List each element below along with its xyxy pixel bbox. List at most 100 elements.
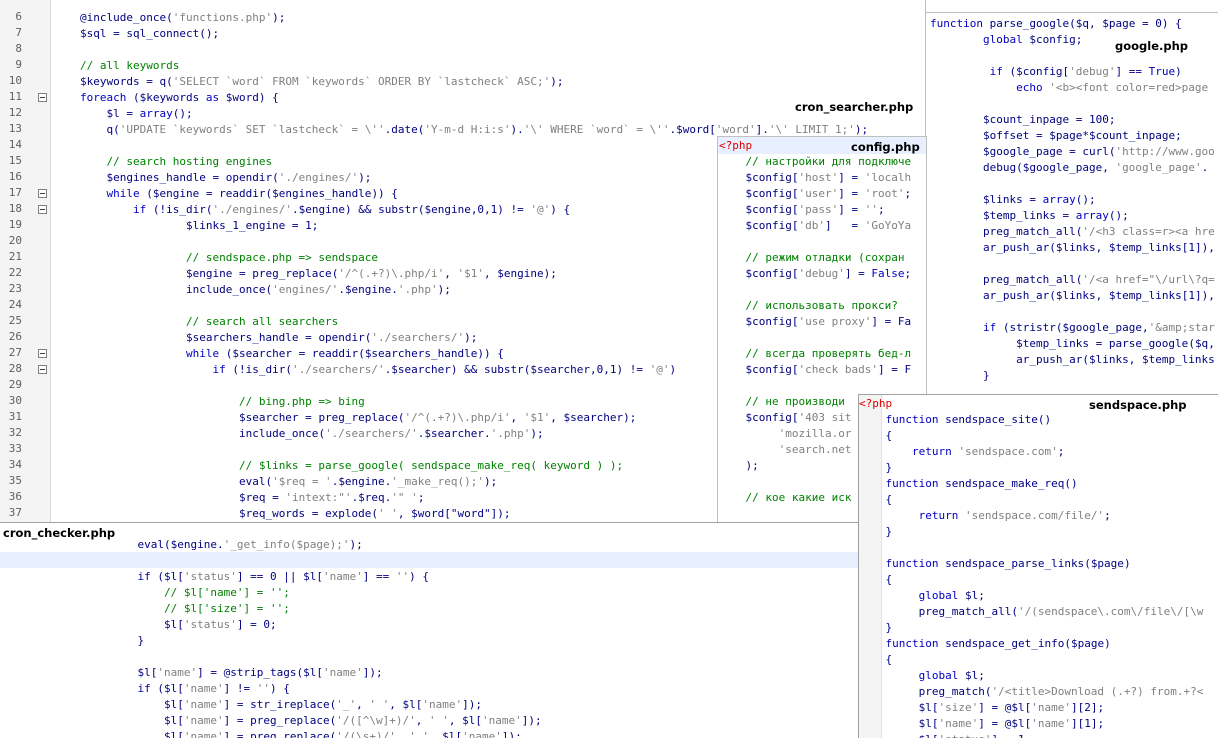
code-line[interactable]: foreach ($keywords as $word) {	[80, 90, 868, 106]
code-line[interactable]	[80, 42, 868, 58]
code-line[interactable]: {	[859, 572, 1203, 588]
code-line[interactable]: function parse_google($q, $page = 0) {	[930, 16, 1215, 32]
code-line[interactable]	[930, 96, 1215, 112]
code-line[interactable]: {	[859, 492, 1203, 508]
line-number: 36	[8, 490, 22, 503]
code-line[interactable]: ar_push_ar($links, $temp_links[1]),	[930, 288, 1215, 304]
code-line[interactable]: preg_match_all('/(sendspace\.com\/file\/…	[859, 604, 1204, 620]
code-line[interactable]: }	[930, 368, 1215, 384]
code-line[interactable]: $l['status'] = 1	[859, 732, 1203, 738]
code-line[interactable]: {	[859, 428, 1203, 444]
code-line[interactable]: $config['check bads'] = F	[719, 362, 912, 378]
code-line[interactable]: if ($l['status'] == 0 || $l['name'] == '…	[111, 569, 542, 585]
tab-title-sendspace[interactable]: sendspace.php	[1089, 398, 1187, 412]
line-number: 35	[8, 474, 22, 487]
code-line[interactable]: // $l['size'] = '';	[111, 601, 542, 617]
fold-toggle-icon[interactable]	[38, 189, 47, 198]
code-area[interactable]: function parse_google($q, $page = 0) { g…	[930, 16, 1215, 384]
code-line[interactable]: $links = array();	[930, 192, 1215, 208]
code-line[interactable]: // режим отладки (сохран	[719, 250, 911, 266]
code-line[interactable]: function sendspace_make_req()	[859, 476, 1203, 492]
code-line[interactable]: global $l;	[859, 668, 1203, 684]
code-line[interactable]: $count_inpage = 100;	[930, 112, 1215, 128]
fold-toggle-icon[interactable]	[38, 365, 47, 374]
line-number: 30	[8, 394, 22, 407]
code-line[interactable]: return 'sendspace.com';	[859, 444, 1203, 460]
code-line[interactable]: function sendspace_site()	[859, 412, 1203, 428]
code-line[interactable]: eval($engine.'_get_info($page);');	[111, 537, 542, 553]
code-line[interactable]: $l['name'] = @$l['name'][1];	[859, 716, 1203, 732]
line-number: 37	[8, 506, 22, 519]
code-line[interactable]: preg_match('/<title>Download (.+?) from.…	[859, 684, 1204, 700]
code-line[interactable]: $config['use proxy'] = Fa	[719, 314, 912, 330]
code-line[interactable]: $l = array();	[80, 106, 868, 122]
code-line[interactable]: @include_once('functions.php');	[80, 10, 868, 26]
code-line[interactable]: {	[859, 652, 1203, 668]
code-line[interactable]: }	[859, 460, 1203, 476]
code-line[interactable]: echo '<b><font color=red>page	[930, 80, 1215, 96]
code-line[interactable]	[111, 649, 542, 665]
code-line[interactable]: $config['host'] = 'localh	[719, 170, 912, 186]
code-line[interactable]: $l['name'] = preg_replace('/([^\w]+)/', …	[111, 713, 542, 729]
fold-toggle-icon[interactable]	[38, 349, 47, 358]
code-line[interactable]: function sendspace_parse_links($page)	[859, 556, 1203, 572]
code-line[interactable]: $config['user'] = 'root';	[719, 186, 912, 202]
line-number: 9	[15, 58, 22, 71]
code-line[interactable]: preg_match_all('/<h3 class=r><a hre	[930, 224, 1215, 240]
code-line[interactable]: $config['db'] = 'GoYoYa	[719, 218, 912, 234]
line-number: 19	[8, 218, 22, 231]
line-number: 20	[8, 234, 22, 247]
code-line[interactable]	[111, 553, 542, 569]
code-line[interactable]: // использовать прокси?	[719, 298, 911, 314]
code-line[interactable]: return 'sendspace.com/file/';	[859, 508, 1203, 524]
tab-title-google[interactable]: google.php	[1115, 39, 1188, 53]
code-line[interactable]: // всегда проверять бед-л	[719, 346, 912, 362]
code-line[interactable]: $temp_links = parse_google($q,	[930, 336, 1215, 352]
code-line[interactable]: preg_match_all('/<a href="\/url\?q=	[930, 272, 1215, 288]
code-line[interactable]: if ($config['debug'] == True)	[930, 64, 1215, 80]
code-line[interactable]: }	[859, 524, 1203, 540]
code-line[interactable]: debug($google_page, 'google_page'.	[930, 160, 1215, 176]
code-line[interactable]: ar_push_ar($links, $temp_links	[930, 352, 1215, 368]
fold-toggle-icon[interactable]	[38, 205, 47, 214]
code-line[interactable]: $config['debug'] = False;	[719, 266, 912, 282]
code-line[interactable]	[930, 304, 1215, 320]
code-line[interactable]: $keywords = q('SELECT `word` FROM `keywo…	[80, 74, 868, 90]
code-line[interactable]	[930, 176, 1215, 192]
code-area[interactable]: eval($engine.'_get_info($page);'); if ($…	[111, 537, 542, 738]
code-line[interactable]: global $l;	[859, 588, 1203, 604]
tab-title-cron-searcher[interactable]: cron_searcher.php	[795, 100, 913, 114]
code-line[interactable]: if ($l['name'] != '') {	[111, 681, 542, 697]
code-line[interactable]: $google_page = curl('http://www.goo	[930, 144, 1215, 160]
code-line[interactable]	[859, 540, 1203, 556]
fold-toggle-icon[interactable]	[38, 93, 47, 102]
code-line[interactable]: $l['name'] = str_ireplace('_', ' ', $l['…	[111, 697, 542, 713]
code-line[interactable]: $l['size'] = @$l['name'][2];	[859, 700, 1203, 716]
code-line[interactable]: // $l['name'] = '';	[111, 585, 542, 601]
code-area[interactable]: <?php function sendspace_site() { return…	[859, 396, 1203, 738]
code-line[interactable]: $config['pass'] = '';	[719, 202, 911, 218]
sendspace-editor[interactable]: <?php function sendspace_site() { return…	[858, 394, 1218, 738]
code-line[interactable]: ar_push_ar($links, $temp_links[1]),	[930, 240, 1215, 256]
code-line[interactable]: $temp_links = array();	[930, 208, 1215, 224]
tab-title-cron-checker[interactable]: cron_checker.php	[3, 526, 115, 540]
code-line[interactable]	[719, 282, 911, 298]
code-line[interactable]: // настройки для подключе	[719, 154, 912, 170]
code-line[interactable]: function sendspace_get_info($page)	[859, 636, 1203, 652]
cron-checker-editor[interactable]: cron_checker.php eval($engine.'_get_info…	[0, 522, 859, 738]
code-line[interactable]	[719, 330, 911, 346]
code-line[interactable]: $l['status'] = 0;	[111, 617, 542, 633]
code-line[interactable]: }	[111, 633, 542, 649]
code-line[interactable]	[719, 234, 911, 250]
code-line[interactable]	[719, 378, 911, 394]
code-line[interactable]: if (stristr($google_page,'&amp;star	[930, 320, 1215, 336]
code-line[interactable]	[930, 256, 1215, 272]
line-number: 34	[8, 458, 22, 471]
code-line[interactable]: $l['name'] = @strip_tags($l['name']);	[111, 665, 542, 681]
tab-title-config[interactable]: config.php	[851, 140, 920, 154]
code-line[interactable]: $offset = $page*$count_inpage;	[930, 128, 1215, 144]
code-line[interactable]: }	[859, 620, 1203, 636]
code-line[interactable]: // all keywords	[80, 58, 868, 74]
google-editor[interactable]: function parse_google($q, $page = 0) { g…	[925, 12, 1218, 398]
code-line[interactable]: $sql = sql_connect();	[80, 26, 868, 42]
